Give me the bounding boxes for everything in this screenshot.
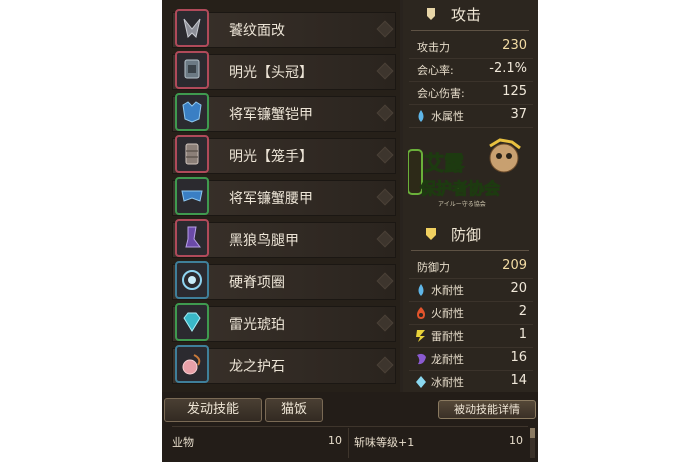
equipment-name: 明光【笼手】 — [229, 149, 313, 165]
equipment-name: 将军镰蟹腰甲 — [229, 191, 313, 207]
slot-diamond-icon — [376, 356, 394, 374]
equipment-slot-chest[interactable]: 将军镰蟹铠甲 — [172, 93, 396, 132]
slot-diamond-icon — [376, 104, 394, 122]
weapon-icon — [175, 9, 209, 47]
watermark-line1: 艾露 — [424, 151, 465, 175]
watermark-sub: アイルー守る協会 — [438, 200, 486, 208]
stat-fire-res: 火耐性 2 — [409, 302, 533, 325]
water-drop-icon — [418, 110, 424, 122]
tab-cat-meal[interactable]: 猫饭 — [265, 398, 323, 422]
equipment-slot-waist[interactable]: 将军镰蟹腰甲 — [172, 177, 396, 216]
passive-skill-details-button[interactable]: 被动技能详情 — [438, 400, 536, 419]
stat-value: 209 — [502, 258, 527, 273]
stat-value: 2 — [518, 304, 527, 319]
stat-label: 雷耐性 — [431, 330, 464, 343]
stat-label: 防御力 — [417, 261, 450, 274]
skill-name: 斩味等级+1 — [354, 436, 415, 449]
divider — [411, 30, 529, 31]
skill-level: 10 — [328, 434, 342, 447]
slot-diamond-icon — [376, 272, 394, 290]
slot-diamond-icon — [376, 230, 394, 248]
watermark-logo: 艾露 保护者协会 アイルー守る協会 — [407, 138, 538, 210]
dragon-icon — [417, 353, 426, 365]
stat-crit-damage: 会心伤害: 125 — [409, 82, 533, 105]
equipment-slot-arms[interactable]: 明光【笼手】 — [172, 135, 396, 174]
scrollbar-thumb[interactable] — [530, 428, 535, 438]
equipment-name: 将军镰蟹铠甲 — [229, 107, 313, 123]
watermark-line2: 保护者协会 — [419, 179, 500, 198]
helm-icon — [175, 51, 209, 89]
stat-thunder-res: 雷耐性 1 — [409, 325, 533, 348]
equipment-slot-gem[interactable]: 雷光琥珀 — [172, 303, 396, 342]
equipment-slot-legs[interactable]: 黑狼鸟腿甲 — [172, 219, 396, 258]
leg-armor-icon — [175, 219, 209, 257]
equipment-name: 龙之护石 — [229, 359, 285, 375]
stat-label: 龙耐性 — [431, 353, 464, 366]
equipment-panel: 饕纹面改 明光【头冠】 将军镰蟹铠甲 明光【笼手】 将军镰蟹腰甲 黑狼鸟腿甲 硬… — [162, 0, 538, 462]
waist-armor-icon — [175, 177, 209, 215]
equipment-name: 饕纹面改 — [229, 23, 285, 39]
equipment-name: 明光【头冠】 — [229, 65, 313, 81]
stat-label: 会心率: — [417, 64, 454, 77]
stat-value: 37 — [510, 107, 527, 122]
equipment-name: 黑狼鸟腿甲 — [229, 233, 299, 249]
scrollbar[interactable] — [530, 428, 535, 458]
attack-title: 攻击 — [451, 6, 482, 24]
thunder-icon — [416, 330, 425, 342]
stat-value: 14 — [510, 373, 527, 388]
stat-value: 125 — [502, 84, 527, 99]
gauntlet-icon — [175, 135, 209, 173]
stat-value: 1 — [518, 327, 527, 342]
skills-footer: 发动技能 猫饭 被动技能详情 业物 10 斩味等级+1 10 — [162, 392, 538, 462]
stat-label: 水耐性 — [431, 284, 464, 297]
stat-label: 冰耐性 — [431, 376, 464, 389]
chest-armor-icon — [175, 93, 209, 131]
divider — [411, 250, 529, 251]
slot-diamond-icon — [376, 20, 394, 38]
stat-dragon-res: 龙耐性 16 — [409, 348, 533, 371]
equipment-name: 硬脊项圈 — [229, 275, 285, 291]
stat-label: 火耐性 — [431, 307, 464, 320]
ice-icon — [416, 376, 426, 388]
charm-icon — [175, 261, 209, 299]
stat-attack: 攻击力 230 — [409, 36, 533, 59]
stat-water-res: 水耐性 20 — [409, 279, 533, 302]
equipment-slot-charm[interactable]: 硬脊项圈 — [172, 261, 396, 300]
stat-affinity: 会心率: -2.1% — [409, 59, 533, 82]
stat-label: 攻击力 — [417, 41, 450, 54]
stat-label: 会心伤害: — [417, 87, 465, 100]
stat-water-element: 水属性 37 — [409, 105, 533, 128]
slot-diamond-icon — [376, 188, 394, 206]
water-drop-icon — [418, 284, 424, 296]
gem-icon — [175, 303, 209, 341]
defense-icon — [426, 228, 436, 240]
fire-icon — [417, 307, 425, 319]
slot-diamond-icon — [376, 314, 394, 332]
slot-diamond-icon — [376, 146, 394, 164]
talisman-icon — [175, 345, 209, 383]
defense-title: 防御 — [451, 226, 482, 244]
equipment-slot-weapon[interactable]: 饕纹面改 — [172, 9, 396, 48]
attack-section-header: 攻击 — [403, 0, 538, 28]
equipment-name: 雷光琥珀 — [229, 317, 285, 333]
skill-name: 业物 — [172, 436, 194, 449]
defense-section-header: 防御 — [403, 220, 538, 248]
equipment-slot-talisman[interactable]: 龙之护石 — [172, 345, 396, 384]
stat-label: 水属性 — [431, 110, 464, 123]
equipment-slot-head[interactable]: 明光【头冠】 — [172, 51, 396, 90]
stat-value: -2.1% — [489, 61, 527, 76]
slot-diamond-icon — [376, 62, 394, 80]
column-divider — [348, 428, 349, 458]
attack-icon — [427, 8, 435, 20]
stat-value: 230 — [502, 38, 527, 53]
divider — [172, 426, 528, 427]
stat-defense: 防御力 209 — [409, 256, 533, 279]
tab-active-skills[interactable]: 发动技能 — [164, 398, 262, 422]
skill-level: 10 — [509, 434, 523, 447]
stat-ice-res: 冰耐性 14 — [409, 371, 533, 393]
stat-value: 16 — [510, 350, 527, 365]
stat-value: 20 — [510, 281, 527, 296]
equipment-list: 饕纹面改 明光【头冠】 将军镰蟹铠甲 明光【笼手】 将军镰蟹腰甲 黑狼鸟腿甲 硬… — [162, 0, 400, 392]
